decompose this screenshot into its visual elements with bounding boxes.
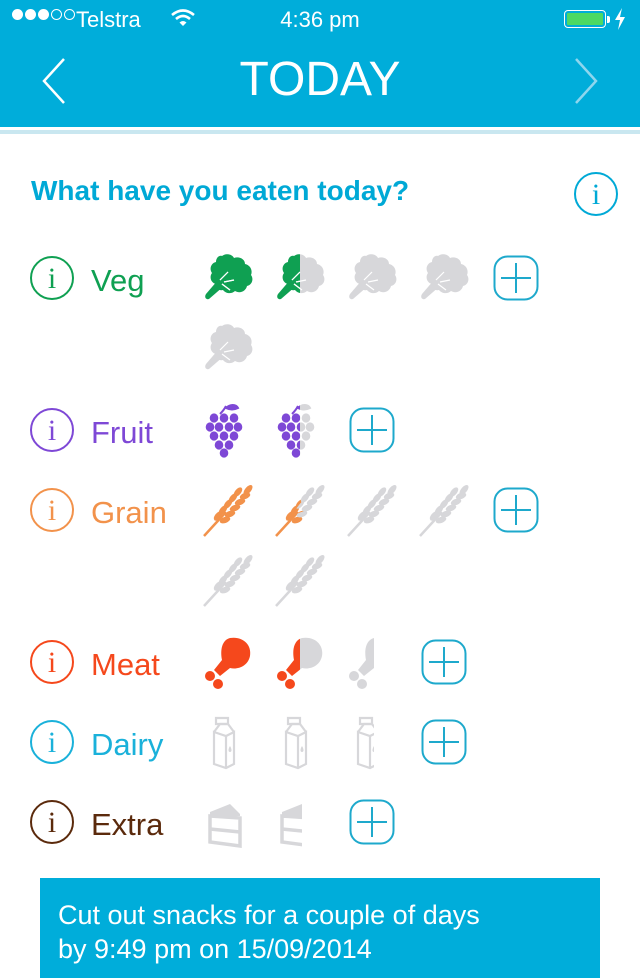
- next-day-button[interactable]: [566, 55, 606, 107]
- broccoli-icon[interactable]: [416, 250, 472, 306]
- plus-icon: [421, 719, 467, 765]
- heading-info-button[interactable]: i: [573, 171, 619, 222]
- svg-text:i: i: [48, 646, 56, 679]
- plus-icon: [493, 487, 539, 533]
- page-title: TODAY: [239, 53, 401, 106]
- category-name: Extra: [91, 806, 164, 842]
- add-veg-button[interactable]: [493, 255, 539, 301]
- goal-text-line1: Cut out snacks for a couple of days: [58, 900, 480, 930]
- broccoli-icon[interactable]: [344, 250, 400, 306]
- info-icon[interactable]: i: [29, 407, 75, 458]
- category-name: Dairy: [91, 726, 164, 762]
- goal-text-line2: by 9:49 pm on 15/09/2014: [58, 934, 372, 964]
- category-name: Meat: [91, 646, 160, 682]
- category-label-veg: i Veg: [29, 255, 144, 306]
- plus-icon: [349, 799, 395, 845]
- plus-icon: [421, 639, 467, 685]
- category-label-extra: i Extra: [29, 799, 163, 850]
- add-fruit-button[interactable]: [349, 407, 395, 453]
- info-icon: i: [574, 172, 618, 216]
- add-extra-button[interactable]: [349, 799, 395, 845]
- add-dairy-button[interactable]: [421, 719, 467, 765]
- category-name: Grain: [91, 494, 167, 530]
- header-divider-shadow: [0, 130, 640, 134]
- add-grain-button[interactable]: [493, 487, 539, 533]
- drumstick-icon[interactable]: [344, 634, 374, 690]
- broccoli-icon[interactable]: [200, 320, 256, 376]
- battery-tip: [607, 16, 610, 23]
- broccoli-icon[interactable]: [272, 250, 328, 306]
- milk-carton-icon[interactable]: [200, 714, 256, 770]
- section-heading: What have you eaten today?: [31, 175, 410, 206]
- svg-text:i: i: [48, 806, 56, 839]
- category-name: Veg: [91, 262, 145, 298]
- status-time: 4:36 pm: [280, 7, 360, 32]
- info-icon[interactable]: i: [29, 255, 75, 306]
- battery-icon: [564, 10, 606, 28]
- wheat-icon[interactable]: [200, 552, 256, 608]
- drumstick-icon[interactable]: [272, 634, 328, 690]
- cake-icon[interactable]: [200, 794, 256, 850]
- milk-carton-icon[interactable]: [344, 714, 374, 770]
- charging-icon: [614, 8, 626, 36]
- add-meat-button[interactable]: [421, 639, 467, 685]
- wheat-icon[interactable]: [344, 482, 400, 538]
- grapes-icon[interactable]: [200, 402, 256, 458]
- svg-text:i: i: [48, 414, 56, 447]
- info-icon[interactable]: i: [29, 487, 75, 538]
- svg-text:i: i: [48, 726, 56, 759]
- info-icon[interactable]: i: [29, 639, 75, 690]
- wheat-icon[interactable]: [200, 482, 256, 538]
- grapes-icon[interactable]: [272, 402, 328, 458]
- svg-text:i: i: [48, 262, 56, 295]
- chevron-right-icon: [575, 58, 598, 104]
- plus-icon: [349, 407, 395, 453]
- info-icon[interactable]: i: [29, 799, 75, 850]
- drumstick-icon[interactable]: [200, 634, 256, 690]
- category-label-dairy: i Dairy: [29, 719, 163, 770]
- svg-text:i: i: [592, 178, 600, 211]
- wheat-icon[interactable]: [416, 482, 472, 538]
- category-name: Fruit: [91, 414, 153, 450]
- status-bar: Telstra 4:36 pm: [0, 0, 640, 40]
- category-label-grain: i Grain: [29, 487, 167, 538]
- cake-icon[interactable]: [272, 794, 302, 850]
- category-label-fruit: i Fruit: [29, 407, 153, 458]
- info-icon[interactable]: i: [29, 719, 75, 770]
- wheat-icon[interactable]: [272, 482, 328, 538]
- milk-carton-icon[interactable]: [272, 714, 328, 770]
- wheat-icon[interactable]: [272, 552, 328, 608]
- category-label-meat: i Meat: [29, 639, 160, 690]
- svg-text:i: i: [48, 494, 56, 527]
- plus-icon: [493, 255, 539, 301]
- broccoli-icon[interactable]: [200, 250, 256, 306]
- goal-banner[interactable]: Cut out snacks for a couple of days by 9…: [40, 878, 600, 978]
